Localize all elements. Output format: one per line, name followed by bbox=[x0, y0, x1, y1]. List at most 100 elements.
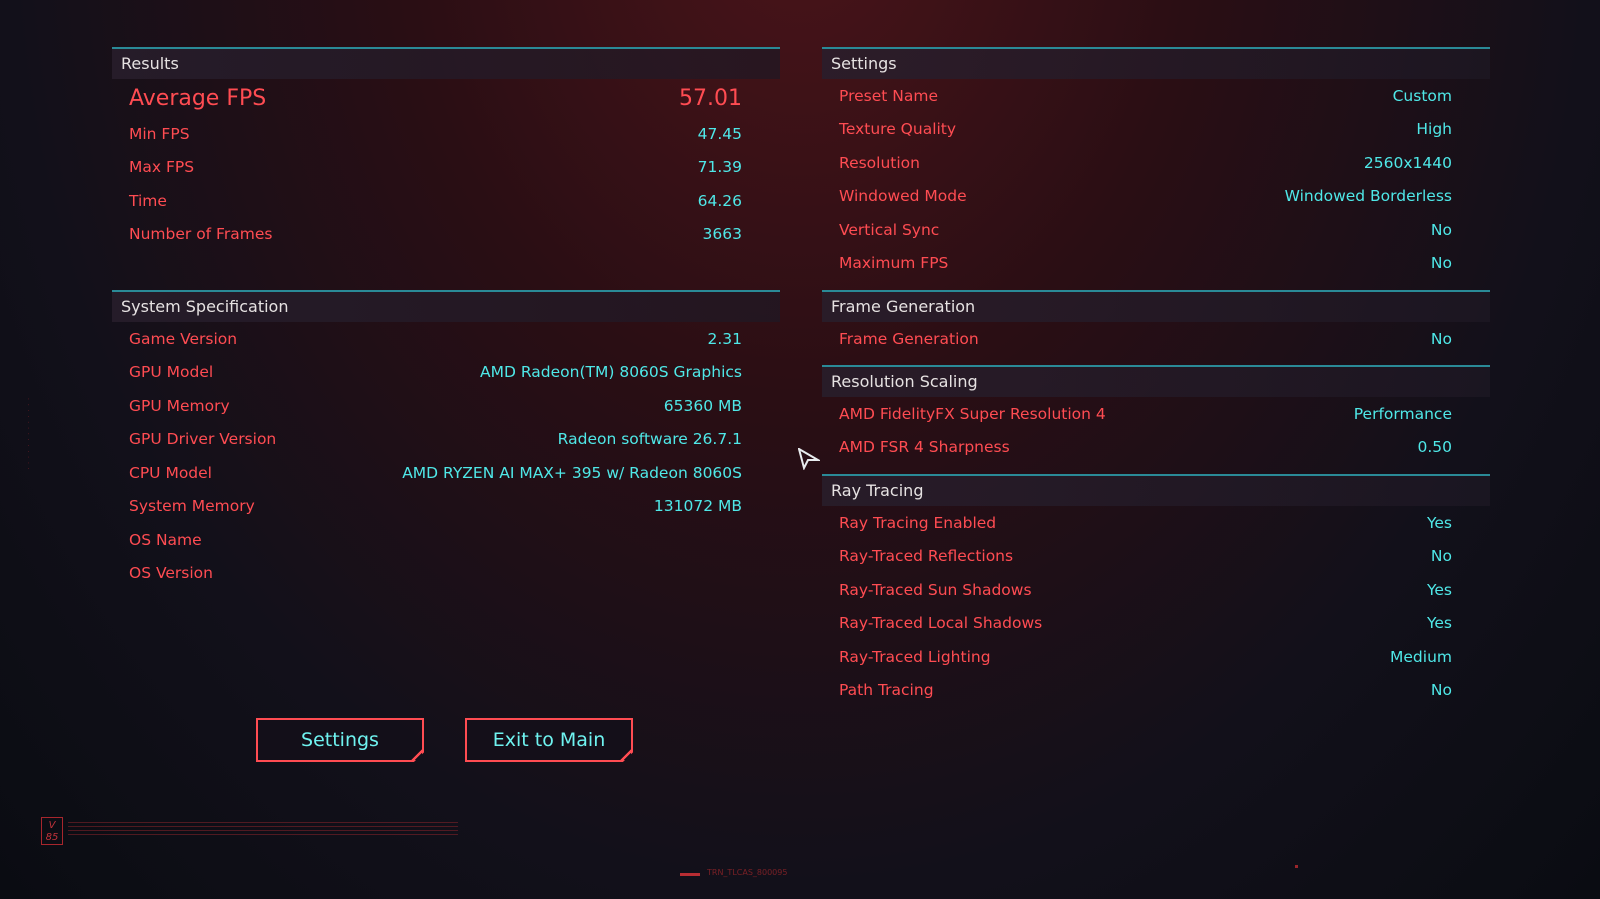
setting-label: Preset Name bbox=[839, 86, 938, 105]
setting-row: Ray Tracing Enabled Yes bbox=[822, 506, 1490, 540]
average-fps-value: 57.01 bbox=[679, 85, 742, 111]
setting-row: Path Tracing No bbox=[822, 674, 1490, 708]
spec-value: 65360 MB bbox=[663, 396, 742, 415]
spec-row: OS Version bbox=[112, 557, 780, 591]
exit-to-main-menu-button[interactable]: Exit to Main Menu bbox=[465, 718, 633, 762]
spec-row: CPU Model AMD RYZEN AI MAX+ 395 w/ Radeon… bbox=[112, 456, 780, 490]
setting-value: 0.50 bbox=[1417, 438, 1452, 457]
ray-tracing-header: Ray Tracing bbox=[822, 474, 1490, 506]
setting-value: Medium bbox=[1390, 647, 1452, 666]
spec-row: GPU Memory 65360 MB bbox=[112, 389, 780, 423]
setting-value: High bbox=[1416, 120, 1452, 139]
setting-row: Resolution 2560x1440 bbox=[822, 146, 1490, 180]
mouse-cursor-icon bbox=[798, 448, 820, 470]
frame-generation-header: Frame Generation bbox=[822, 290, 1490, 322]
setting-row: Vertical Sync No bbox=[822, 213, 1490, 247]
side-decoration: · · · · · · · · · · · · · bbox=[24, 398, 31, 471]
setting-value: No bbox=[1430, 220, 1452, 239]
spec-label: Game Version bbox=[129, 329, 238, 348]
spec-row: System Memory 131072 MB bbox=[112, 490, 780, 524]
fine-print-decoration bbox=[68, 822, 458, 838]
average-fps-label: Average FPS bbox=[129, 85, 267, 111]
resolution-scaling-header: Resolution Scaling bbox=[822, 365, 1490, 397]
setting-row: Preset Name Custom bbox=[822, 79, 1490, 113]
frame-generation-panel: Frame Generation Frame Generation No bbox=[822, 290, 1490, 356]
setting-label: Vertical Sync bbox=[839, 220, 940, 239]
stat-value: 71.39 bbox=[697, 158, 742, 177]
stat-row: Time 64.26 bbox=[112, 184, 780, 218]
spec-value: AMD Radeon(TM) 8060S Graphics bbox=[480, 363, 742, 382]
spec-value: Radeon software 26.7.1 bbox=[557, 430, 742, 449]
spec-value: AMD RYZEN AI MAX+ 395 w/ Radeon 8060S bbox=[402, 463, 742, 482]
stat-label: Number of Frames bbox=[129, 225, 273, 244]
results-header: Results bbox=[112, 47, 780, 79]
setting-value: Performance bbox=[1353, 404, 1452, 423]
spec-label: GPU Model bbox=[129, 363, 214, 382]
setting-row: Ray-Traced Sun Shadows Yes bbox=[822, 573, 1490, 607]
setting-row: Ray-Traced Lighting Medium bbox=[822, 640, 1490, 674]
setting-row: Ray-Traced Reflections No bbox=[822, 540, 1490, 574]
setting-value: Windowed Borderless bbox=[1284, 187, 1452, 206]
spec-label: OS Name bbox=[129, 530, 202, 549]
setting-value: Yes bbox=[1426, 614, 1452, 633]
dot-decoration bbox=[1295, 865, 1298, 868]
setting-label: Path Tracing bbox=[839, 681, 934, 700]
footer-bar bbox=[680, 873, 700, 876]
spec-label: System Memory bbox=[129, 497, 255, 516]
stat-label: Max FPS bbox=[129, 158, 195, 177]
settings-button[interactable]: Settings bbox=[256, 718, 424, 762]
setting-row: Windowed Mode Windowed Borderless bbox=[822, 180, 1490, 214]
setting-row: Maximum FPS No bbox=[822, 247, 1490, 281]
setting-row: Frame Generation No bbox=[822, 322, 1490, 356]
setting-value: 2560x1440 bbox=[1363, 153, 1452, 172]
setting-value: Custom bbox=[1392, 86, 1452, 105]
spec-row: Game Version 2.31 bbox=[112, 322, 780, 356]
average-fps-row: Average FPS 57.01 bbox=[112, 79, 780, 117]
footer-code-text: TRN_TLCAS_800095 bbox=[707, 868, 788, 877]
stat-value: 3663 bbox=[702, 225, 742, 244]
stat-row: Min FPS 47.45 bbox=[112, 117, 780, 151]
setting-value: No bbox=[1430, 681, 1452, 700]
version-badge-icon: V 85 bbox=[41, 817, 63, 845]
setting-label: Ray Tracing Enabled bbox=[839, 513, 997, 532]
setting-label: Ray-Traced Sun Shadows bbox=[839, 580, 1032, 599]
spec-label: GPU Memory bbox=[129, 396, 230, 415]
setting-row: Texture Quality High bbox=[822, 113, 1490, 147]
setting-value: No bbox=[1430, 254, 1452, 273]
spec-value: 131072 MB bbox=[653, 497, 742, 516]
system-spec-panel: System Specification Game Version 2.31 GP… bbox=[112, 290, 780, 590]
results-panel: Results Average FPS 57.01 Min FPS 47.45 M… bbox=[112, 47, 780, 251]
setting-value: No bbox=[1430, 329, 1452, 348]
stat-value: 47.45 bbox=[697, 124, 742, 143]
footer-code: TRN_TLCAS_800095 bbox=[707, 868, 787, 877]
settings-header: Settings bbox=[822, 47, 1490, 79]
setting-value: Yes bbox=[1426, 513, 1452, 532]
ray-tracing-panel: Ray Tracing Ray Tracing Enabled Yes Ray-T… bbox=[822, 474, 1490, 707]
spec-value: 2.31 bbox=[707, 329, 742, 348]
setting-label: Resolution bbox=[839, 153, 920, 172]
stat-row: Max FPS 71.39 bbox=[112, 151, 780, 185]
stat-row: Number of Frames 3663 bbox=[112, 218, 780, 252]
stat-label: Min FPS bbox=[129, 124, 190, 143]
setting-label: AMD FidelityFX Super Resolution 4 bbox=[839, 404, 1106, 423]
stat-value: 64.26 bbox=[697, 191, 742, 210]
setting-label: Ray-Traced Local Shadows bbox=[839, 614, 1043, 633]
spec-label: GPU Driver Version bbox=[129, 430, 277, 449]
setting-label: AMD FSR 4 Sharpness bbox=[839, 438, 1010, 457]
setting-label: Ray-Traced Lighting bbox=[839, 647, 991, 666]
setting-row: AMD FidelityFX Super Resolution 4 Perform… bbox=[822, 397, 1490, 431]
spec-row: GPU Driver Version Radeon software 26.7.1 bbox=[112, 423, 780, 457]
stat-label: Time bbox=[129, 191, 167, 210]
spec-row: OS Name bbox=[112, 523, 780, 557]
setting-row: Ray-Traced Local Shadows Yes bbox=[822, 607, 1490, 641]
setting-label: Maximum FPS bbox=[839, 254, 949, 273]
system-spec-header: System Specification bbox=[112, 290, 780, 322]
setting-label: Texture Quality bbox=[839, 120, 957, 139]
setting-label: Windowed Mode bbox=[839, 187, 967, 206]
settings-panel: Settings Preset Name Custom Texture Quali… bbox=[822, 47, 1490, 280]
resolution-scaling-panel: Resolution Scaling AMD FidelityFX Super … bbox=[822, 365, 1490, 464]
setting-label: Ray-Traced Reflections bbox=[839, 547, 1014, 566]
setting-value: No bbox=[1430, 547, 1452, 566]
spec-row: GPU Model AMD Radeon(TM) 8060S Graphics bbox=[112, 356, 780, 390]
setting-row: AMD FSR 4 Sharpness 0.50 bbox=[822, 431, 1490, 465]
